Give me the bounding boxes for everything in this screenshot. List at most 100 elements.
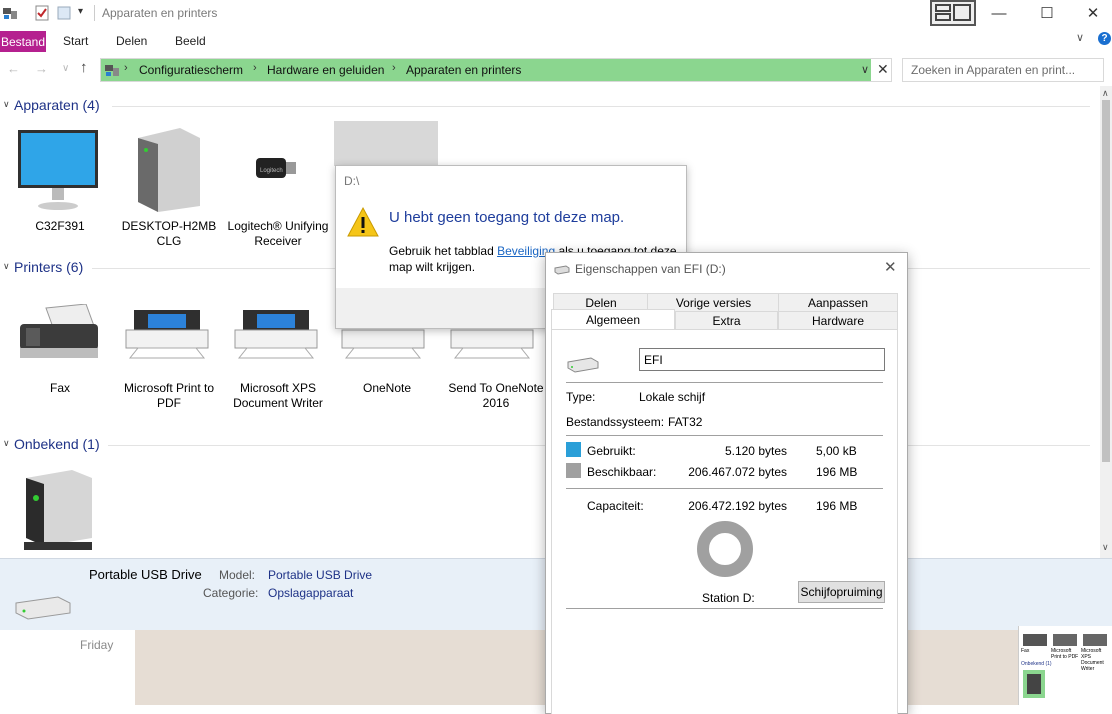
details-category-value: Opslagapparaat bbox=[268, 586, 354, 600]
chevron-right-icon: › bbox=[392, 62, 396, 74]
desktop-tower-icon bbox=[138, 128, 200, 212]
free-bytes: 206.467.072 bytes bbox=[688, 465, 787, 479]
tab-algemeen[interactable]: Algemeen bbox=[551, 309, 675, 330]
forward-arrow-icon[interactable]: → bbox=[35, 61, 48, 76]
tab-extra[interactable]: Extra bbox=[675, 311, 778, 330]
breadcrumb-hardware[interactable]: Hardware en geluiden bbox=[267, 63, 384, 77]
separator bbox=[566, 435, 883, 436]
printer-icon bbox=[234, 310, 318, 359]
properties-dialog: Eigenschappen van EFI (D:) ✕ Delen Vorig… bbox=[545, 252, 908, 714]
drive-icon bbox=[567, 357, 599, 373]
group-header-onbekend[interactable]: Onbekend (1) bbox=[14, 436, 100, 452]
printer-fax[interactable]: Fax bbox=[8, 381, 112, 396]
scroll-up-icon[interactable]: ∧ bbox=[1102, 88, 1109, 99]
chevron-right-icon: › bbox=[253, 62, 257, 74]
group-header-printers[interactable]: Printers (6) bbox=[14, 259, 83, 275]
separator bbox=[566, 382, 883, 383]
device-logitech[interactable]: Logitech® Unifying Receiver bbox=[226, 219, 330, 249]
printer-send-to-onenote[interactable]: Send To OneNote 2016 bbox=[444, 381, 548, 411]
stop-icon[interactable]: ✕ bbox=[877, 61, 889, 78]
used-bytes: 5.120 bytes bbox=[724, 444, 787, 458]
title-bar: ▾ Apparaten en printers — ☐ ✕ bbox=[0, 0, 1112, 26]
dialog-heading: U hebt geen toegang tot deze map. bbox=[389, 209, 625, 226]
tab-aanpassen[interactable]: Aanpassen bbox=[778, 293, 898, 312]
dialog-path: D:\ bbox=[344, 174, 360, 188]
properties-close-icon[interactable]: ✕ bbox=[884, 258, 897, 276]
printer-icon bbox=[125, 310, 209, 359]
up-arrow-icon[interactable]: ↑ bbox=[80, 59, 88, 76]
warning-icon bbox=[347, 206, 379, 237]
scroll-thumb[interactable] bbox=[1102, 100, 1110, 462]
help-icon[interactable]: ? bbox=[1098, 32, 1111, 45]
volume-name-value: EFI bbox=[644, 353, 663, 367]
breadcrumb-apparaten[interactable]: Apparaten en printers bbox=[406, 63, 521, 77]
type-label: Type: bbox=[566, 390, 596, 404]
filesystem-value: FAT32 bbox=[668, 415, 703, 429]
volume-name-input[interactable]: EFI bbox=[639, 348, 885, 371]
used-color-swatch bbox=[566, 442, 581, 457]
tab-hardware[interactable]: Hardware bbox=[778, 311, 898, 330]
group-header-apparaten[interactable]: Apparaten (4) bbox=[14, 97, 100, 113]
capacity-short: 196 MB bbox=[816, 499, 858, 513]
printer-pdf[interactable]: Microsoft Print to PDF bbox=[117, 381, 221, 411]
address-dropdown-icon[interactable]: ∨ bbox=[861, 63, 869, 76]
recent-dropdown-icon[interactable]: ∨ bbox=[62, 63, 69, 74]
address-bar[interactable]: › Configuratiescherm › Hardware en gelui… bbox=[100, 58, 892, 82]
vertical-scrollbar[interactable]: ∧ ∨ bbox=[1100, 86, 1112, 558]
drive-small-icon bbox=[554, 265, 570, 275]
ribbon-expand-icon[interactable]: ∨ bbox=[1076, 31, 1084, 44]
group-divider bbox=[112, 106, 1090, 107]
drive-icon bbox=[15, 596, 71, 620]
disk-cleanup-button[interactable]: Schijfopruiming bbox=[798, 581, 885, 603]
printer-onenote[interactable]: OneNote bbox=[335, 381, 439, 396]
collapse-chevron-icon[interactable]: ∨ bbox=[3, 99, 10, 110]
maximize-button[interactable]: ☐ bbox=[1024, 0, 1070, 26]
thumbnail-fax-icon bbox=[1023, 634, 1047, 646]
scroll-down-icon[interactable]: ∨ bbox=[1102, 542, 1109, 553]
search-placeholder: Zoeken in Apparaten en print... bbox=[911, 63, 1076, 77]
search-input[interactable]: Zoeken in Apparaten en print... bbox=[902, 58, 1104, 82]
printer-icon bbox=[341, 329, 425, 359]
tab-start[interactable]: Start bbox=[63, 34, 88, 48]
type-value: Lokale schijf bbox=[639, 390, 706, 404]
chevron-right-icon: › bbox=[124, 62, 128, 74]
thumbnail-group: Onbekend (1) bbox=[1021, 661, 1052, 667]
usb-receiver-icon: Logitech bbox=[256, 158, 296, 178]
quick-access-dropdown-icon[interactable]: ▾ bbox=[78, 6, 83, 17]
tab-delen[interactable]: Delen bbox=[116, 34, 147, 48]
free-label: Beschikbaar: bbox=[587, 465, 657, 479]
device-c32f391[interactable]: C32F391 bbox=[8, 219, 112, 234]
filesystem-label: Bestandssysteem: bbox=[566, 415, 665, 429]
window-title: Apparaten en printers bbox=[102, 6, 218, 20]
tab-beeld[interactable]: Beeld bbox=[175, 34, 206, 48]
thumbnail-printer-icon bbox=[1053, 634, 1077, 646]
new-folder-icon[interactable] bbox=[56, 5, 72, 21]
monitor-icon bbox=[18, 130, 98, 210]
printer-icon bbox=[450, 329, 534, 359]
back-arrow-icon[interactable]: ← bbox=[7, 61, 20, 76]
used-short: 5,00 kB bbox=[816, 444, 857, 458]
used-label: Gebruikt: bbox=[587, 444, 636, 458]
capacity-label: Capaciteit: bbox=[587, 499, 644, 513]
close-button[interactable]: ✕ bbox=[1070, 0, 1112, 26]
minimize-button[interactable]: — bbox=[976, 0, 1022, 26]
collapse-chevron-icon[interactable]: ∨ bbox=[3, 261, 10, 272]
printer-xps[interactable]: Microsoft XPS Document Writer bbox=[226, 381, 330, 411]
tab-bestand[interactable]: Bestand bbox=[0, 31, 46, 52]
breadcrumb-configuratiescherm[interactable]: Configuratiescherm bbox=[139, 63, 243, 77]
selected-device-tile[interactable] bbox=[334, 121, 438, 166]
thumbnail-label: Microsoft XPS Document Writer bbox=[1081, 648, 1104, 672]
ribbon: Bestand Start Delen Beeld ∨ ? bbox=[0, 26, 1112, 52]
snap-layout-icon[interactable] bbox=[930, 0, 976, 26]
drive-label: Station D: bbox=[702, 591, 755, 605]
free-color-swatch bbox=[566, 463, 581, 478]
navigation-bar: ← → ∨ ↑ › Configuratiescherm › Hardware … bbox=[0, 52, 1112, 87]
collapse-chevron-icon[interactable]: ∨ bbox=[3, 438, 10, 449]
thumbnail-printer-icon bbox=[1083, 634, 1107, 646]
svg-text:Logitech: Logitech bbox=[260, 168, 283, 174]
usb-drive-icon bbox=[24, 470, 92, 550]
thumbnail-drive-icon bbox=[1027, 674, 1041, 694]
device-desktop[interactable]: DESKTOP-H2MB CLG bbox=[117, 219, 221, 249]
properties-check-icon[interactable] bbox=[34, 5, 50, 21]
separator bbox=[566, 488, 883, 489]
